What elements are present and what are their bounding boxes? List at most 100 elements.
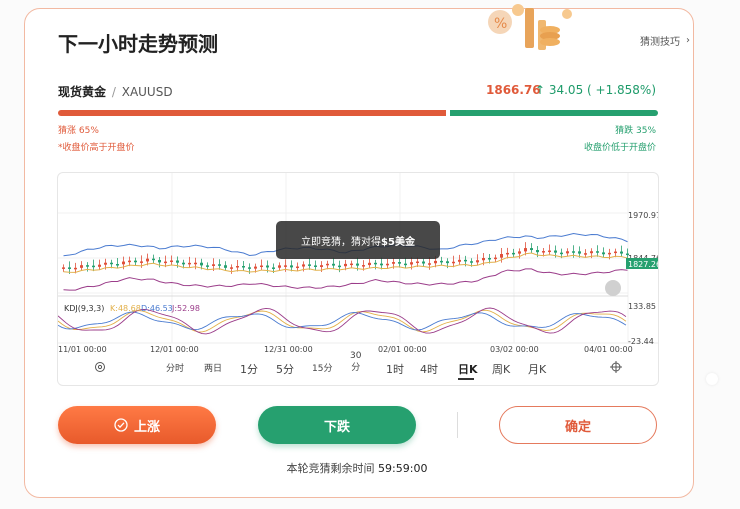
period-tab-6[interactable]: 1时 xyxy=(386,361,404,377)
candle-body xyxy=(368,262,371,266)
prediction-tips-link[interactable]: 猜测技巧 › xyxy=(640,33,690,48)
candle-body xyxy=(584,253,587,255)
kdj-d-value: D:46.53 xyxy=(141,304,173,313)
candle-body xyxy=(494,257,497,260)
x-date-label: 03/02 00:00 xyxy=(490,345,539,354)
period-tab-10[interactable]: 月K xyxy=(528,361,546,377)
candle-body xyxy=(620,251,623,254)
candle-body xyxy=(260,265,263,268)
candle-body xyxy=(608,252,611,255)
kdj-tick-high: 133.85 xyxy=(628,302,656,311)
candle-body xyxy=(140,261,143,263)
countdown: 本轮竞猜剩余时间 59:59:00 xyxy=(0,460,714,476)
lower-band-line xyxy=(63,268,628,291)
period-tab-9[interactable]: 周K xyxy=(492,361,510,377)
candle-body xyxy=(170,260,173,263)
candle-body xyxy=(218,264,221,266)
candle-body xyxy=(62,267,65,269)
candle-body xyxy=(206,265,209,267)
candle-body xyxy=(308,264,311,266)
candle-body xyxy=(446,261,449,264)
guess-down-note: 收盘价低于开盘价 xyxy=(583,143,656,153)
candle-body xyxy=(506,252,509,255)
floating-dot xyxy=(706,373,718,385)
candle-body xyxy=(476,260,479,263)
settings-icon[interactable] xyxy=(94,361,106,376)
candle-body xyxy=(572,251,575,253)
candle-body xyxy=(164,261,167,264)
gold-coins-illustration: % xyxy=(488,4,572,50)
candle-body xyxy=(410,262,413,265)
candle-body xyxy=(512,252,515,255)
chevron-right-icon: › xyxy=(686,35,690,46)
candle-body xyxy=(500,254,503,258)
sentiment-up-fill xyxy=(58,110,446,116)
period-tab-3[interactable]: 5分 xyxy=(276,361,294,377)
price-label-high: 1970.97 xyxy=(628,211,658,220)
confirm-button[interactable]: 确定 xyxy=(499,406,657,444)
period-tab-4[interactable]: 15分 xyxy=(312,361,332,374)
tooltip-prefix: 立即竞猜，猜对得 xyxy=(301,236,382,248)
candle-body xyxy=(554,250,557,253)
candle-body xyxy=(74,267,77,270)
candle-body xyxy=(350,263,353,266)
candle-body xyxy=(518,251,521,254)
kdj-label: KDJ(9,3,3) xyxy=(64,304,104,313)
candle-body xyxy=(272,267,275,269)
candle-body xyxy=(182,262,185,265)
candle-body xyxy=(530,248,533,251)
candle-body xyxy=(404,263,407,266)
candle-body xyxy=(92,265,95,268)
candle-body xyxy=(596,251,599,253)
symbol-code: XAUUSD xyxy=(121,85,173,99)
candle-body xyxy=(152,258,155,261)
sentiment-down-fill xyxy=(450,110,658,116)
candle-body xyxy=(68,267,71,269)
candle-body xyxy=(548,250,551,253)
x-date-label: 02/01 00:00 xyxy=(378,345,427,354)
kdj-k-line xyxy=(58,309,627,333)
candle-body xyxy=(536,250,539,253)
candle-body xyxy=(566,251,569,254)
guess-down-button[interactable]: 下跌 xyxy=(258,406,416,444)
page-title: 下一小时走势预测 xyxy=(58,32,218,56)
candle-body xyxy=(230,267,233,269)
candle-body xyxy=(200,262,203,266)
period-tab-1[interactable]: 两日 xyxy=(204,361,222,374)
price-change: ↑ 34.05 ( +1.858%) xyxy=(535,83,656,97)
candle-body xyxy=(110,262,113,265)
candle-body xyxy=(254,266,257,269)
candle-body xyxy=(428,263,431,265)
period-tab-2[interactable]: 1分 xyxy=(240,361,258,377)
candle-body xyxy=(452,261,455,264)
guess-up-button[interactable]: 上涨 xyxy=(58,406,216,444)
kdj-j-value: J:52.98 xyxy=(171,304,200,313)
period-tab-8[interactable]: 日K xyxy=(458,361,478,377)
candle-body xyxy=(128,260,131,263)
period-tab-7[interactable]: 4时 xyxy=(420,361,438,377)
price-label-last: 1827.26 xyxy=(628,260,658,269)
candle-body xyxy=(122,261,125,265)
candle-body xyxy=(482,258,485,261)
candle-body xyxy=(284,265,287,267)
candle-body xyxy=(320,265,323,267)
candle-body xyxy=(146,258,149,262)
x-date-label: 12/01 00:00 xyxy=(150,345,199,354)
countdown-label: 本轮竞猜剩余时间 xyxy=(286,462,375,475)
bet-tooltip: 立即竞猜，猜对得 $5美金 xyxy=(276,221,440,259)
candle-body xyxy=(380,263,383,266)
crosshair-icon[interactable] xyxy=(610,361,622,376)
candle-body xyxy=(158,259,161,263)
period-tab-5[interactable]: 30 分 xyxy=(350,350,361,374)
candle-body xyxy=(236,266,239,268)
period-tab-0[interactable]: 分时 xyxy=(166,361,184,374)
candle-body xyxy=(488,258,491,260)
candle-body xyxy=(578,251,581,254)
candle-body xyxy=(98,264,101,267)
candle-body xyxy=(86,265,89,267)
candle-body xyxy=(614,251,617,254)
confirm-label: 确定 xyxy=(564,419,591,435)
candle-body xyxy=(416,261,419,264)
candle-body xyxy=(464,259,467,262)
guess-down-percent: 猜跌 35% xyxy=(615,126,656,136)
